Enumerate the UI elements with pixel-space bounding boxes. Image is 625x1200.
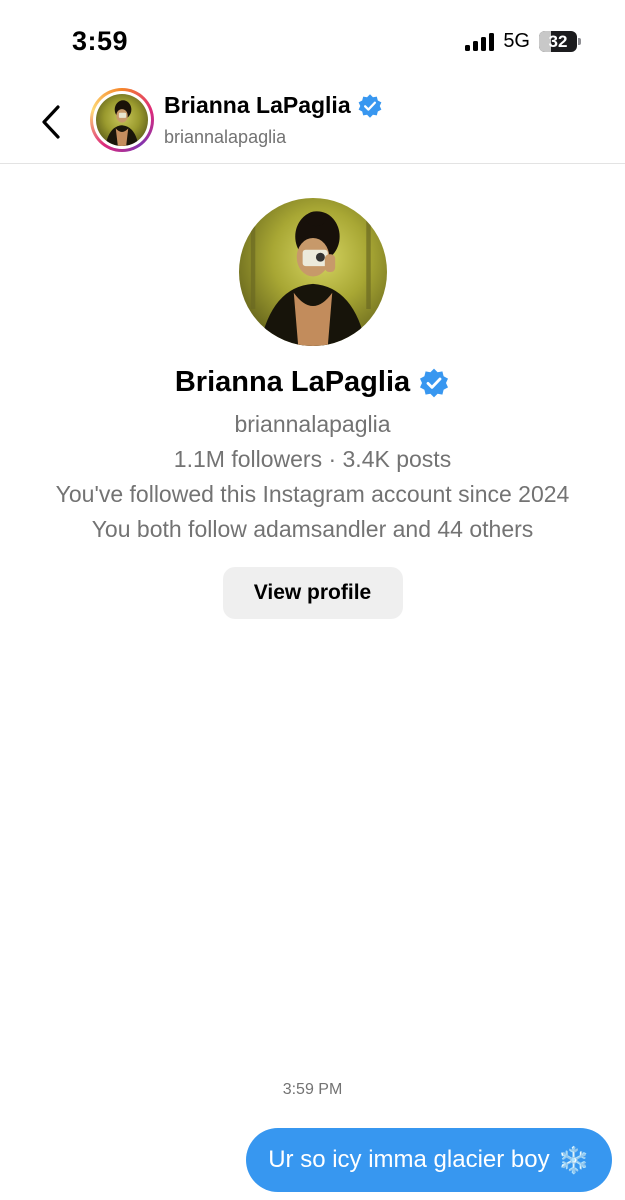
header-avatar[interactable] bbox=[90, 88, 154, 152]
status-indicators: 5G 32 bbox=[465, 30, 581, 53]
follow-since-text: You've followed this Instagram account s… bbox=[55, 481, 570, 507]
mutual-followers-text: You both follow adamsandler and 44 other… bbox=[91, 516, 534, 542]
verified-badge-icon bbox=[420, 368, 449, 397]
network-type: 5G bbox=[503, 30, 530, 52]
cellular-signal-icon bbox=[465, 32, 495, 51]
profile-name: Brianna LaPaglia bbox=[174, 366, 411, 398]
battery-icon: 32 bbox=[539, 31, 581, 52]
profile-stats: 1.1M followers · 3.4K posts bbox=[173, 446, 452, 472]
message-timestamp: 3:59 PM bbox=[282, 1081, 343, 1098]
profile-name-row: Brianna LaPaglia bbox=[0, 366, 625, 399]
header-name-row[interactable]: Brianna LaPaglia bbox=[164, 92, 383, 119]
status-time: 3:59 bbox=[72, 26, 129, 56]
avatar-photo bbox=[96, 94, 148, 146]
profile-username: briannalapaglia bbox=[234, 411, 391, 437]
sent-message-bubble[interactable]: Ur so icy imma glacier boy ❄️ bbox=[246, 1128, 612, 1192]
status-bar: 3:59 5G 32 bbox=[0, 0, 625, 80]
back-button[interactable] bbox=[36, 102, 66, 142]
battery-percent: 32 bbox=[548, 31, 568, 51]
profile-card: Brianna LaPaglia briannalapaglia 1.1M fo… bbox=[0, 198, 625, 619]
chevron-left-icon bbox=[42, 105, 60, 139]
profile-avatar[interactable] bbox=[238, 198, 387, 346]
snowflake-icon: ❄️ bbox=[557, 1144, 590, 1175]
header-username: briannalapaglia bbox=[164, 127, 287, 147]
verified-badge-icon bbox=[358, 93, 381, 118]
header-name: Brianna LaPaglia bbox=[164, 92, 351, 118]
chat-header: Brianna LaPaglia briannalapaglia bbox=[0, 84, 625, 164]
view-profile-button[interactable]: View profile bbox=[222, 567, 403, 619]
dm-screen: 3:59 5G 32 Brianna LaPaglia briannalapag… bbox=[0, 0, 625, 1200]
message-text: Ur so icy imma glacier boy bbox=[268, 1146, 550, 1173]
